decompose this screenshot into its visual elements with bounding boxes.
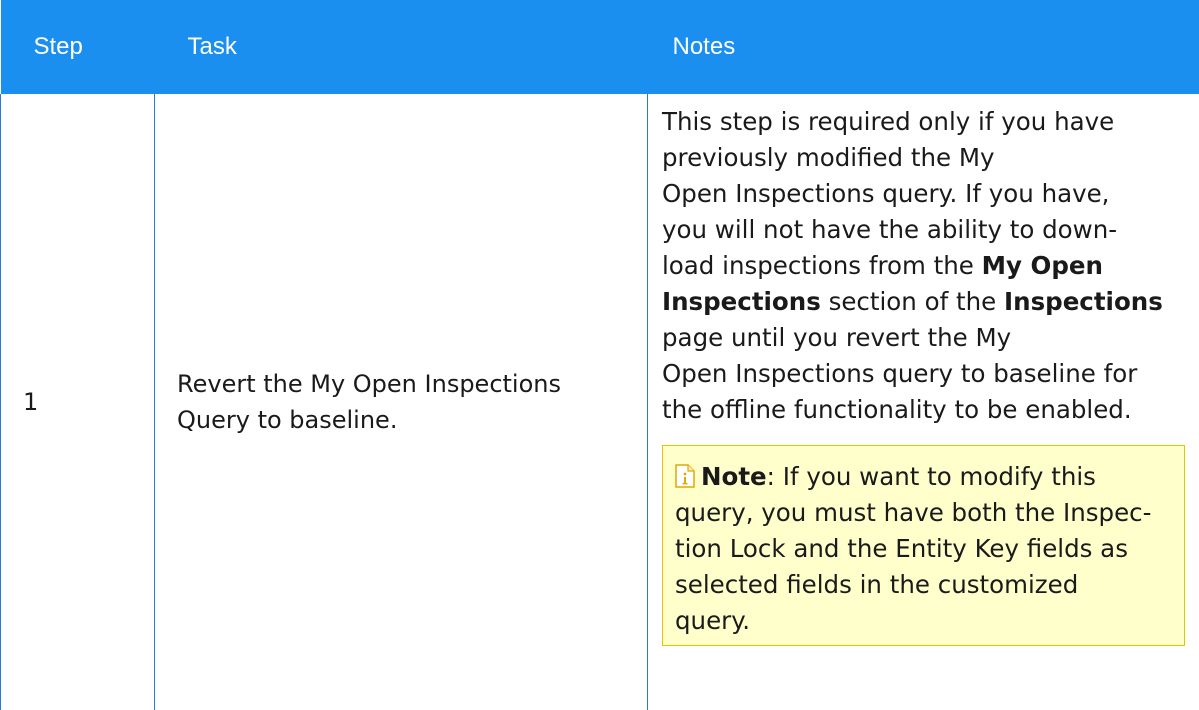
note-callout: Note: If you want to modify this query, … — [662, 445, 1185, 646]
task-line: Revert the My Open Inspections — [177, 370, 561, 398]
step-number: 1 — [0, 94, 155, 710]
note-line: query. — [675, 606, 751, 635]
header-step: Step — [0, 0, 155, 94]
header-task: Task — [154, 0, 648, 94]
ui-term-bold: Inspections — [662, 287, 821, 316]
note-colon: : — [766, 462, 775, 491]
notes-line: This step is required only if you have — [662, 107, 1115, 136]
task-line: Query to baseline. — [177, 406, 398, 434]
note-line: query, you must have both the Inspec- — [675, 498, 1152, 527]
task-cell: Revert the My Open Inspections Query to … — [154, 94, 648, 710]
notes-line: page until you revert the My — [662, 323, 1012, 352]
notes-line: Open Inspections query to baseline for — [662, 359, 1138, 388]
table-header: Step Task Notes — [0, 0, 1199, 94]
notes-line: Open Inspections query. If you have, — [662, 179, 1110, 208]
note-line: tion Lock and the Entity Key fields as — [675, 534, 1128, 563]
table-row: 1 Revert the My Open Inspections Query t… — [0, 94, 1199, 710]
note-info-icon — [675, 464, 695, 488]
note-line: If you want to modify this — [774, 462, 1096, 491]
ui-term-bold: My Open — [981, 251, 1103, 280]
note-line: selected fields in the customized — [675, 570, 1079, 599]
header-notes: Notes — [647, 0, 1199, 94]
notes-line: previously modified the My — [662, 143, 995, 172]
notes-paragraph: This step is required only if you have p… — [662, 104, 1185, 428]
ui-term-bold: Inspections — [1004, 287, 1163, 316]
notes-line: section of the — [820, 287, 1005, 316]
steps-table: Step Task Notes 1 Revert the My Open Ins… — [0, 0, 1199, 710]
notes-line: you will not have the ability to down- — [662, 215, 1118, 244]
note-label: Note — [701, 462, 767, 491]
notes-line: the offline functionality to be enabled. — [662, 395, 1132, 424]
notes-line: load inspections from the — [662, 251, 982, 280]
notes-cell: This step is required only if you have p… — [647, 94, 1199, 710]
header-row: Step Task Notes — [0, 0, 1199, 94]
